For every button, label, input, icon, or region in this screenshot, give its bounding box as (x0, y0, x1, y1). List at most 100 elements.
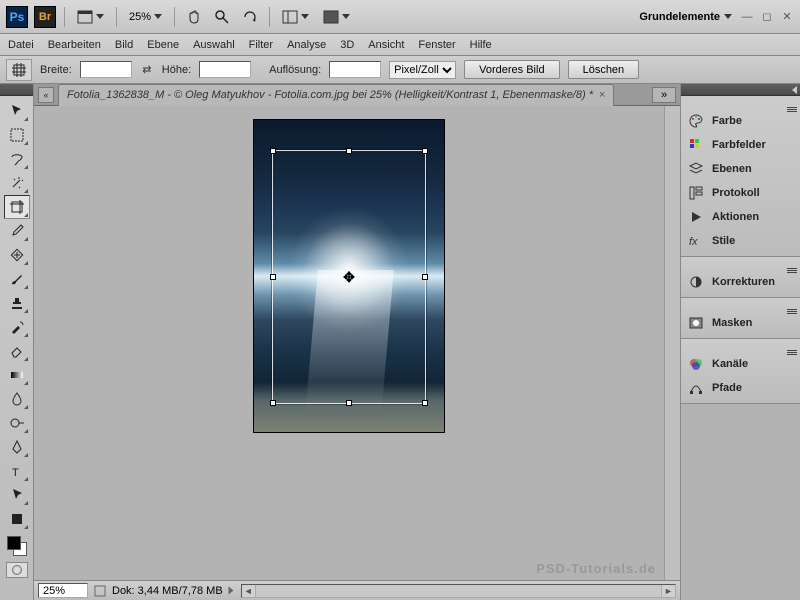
menu-hilfe[interactable]: Hilfe (470, 39, 492, 51)
toolbox-collapse[interactable] (0, 84, 33, 96)
zoom-dropdown[interactable]: 25% (125, 9, 166, 25)
title-bar: Ps Br 25% Grundelemente (0, 0, 800, 34)
maximize-button[interactable]: ◻ (760, 10, 774, 24)
stamp-tool[interactable] (4, 291, 30, 315)
lasso-tool[interactable] (4, 147, 30, 171)
history-icon (687, 184, 705, 202)
workspace-dropdown[interactable]: Grundelemente (639, 11, 732, 23)
menu-filter[interactable]: Filter (249, 39, 273, 51)
panel-pfade[interactable]: Pfade (684, 376, 797, 400)
resolution-label: Auflösung: (269, 64, 321, 76)
svg-text:fx: fx (689, 236, 698, 248)
menu-3d[interactable]: 3D (340, 39, 354, 51)
panel-masken[interactable]: Masken (684, 311, 797, 335)
menu-bearbeiten[interactable]: Bearbeiten (48, 39, 101, 51)
bridge-icon[interactable]: Br (34, 6, 56, 28)
hand-tool-icon[interactable] (183, 7, 205, 27)
unit-select[interactable]: Pixel/Zoll (389, 61, 456, 79)
brush-tool[interactable] (4, 267, 30, 291)
crop-handle[interactable] (346, 400, 352, 406)
shape-tool[interactable] (4, 507, 30, 531)
quick-mask-toggle[interactable] (6, 562, 28, 578)
doc-info-dropdown[interactable]: Dok: 3,44 MB/7,78 MB (112, 585, 235, 597)
menu-bild[interactable]: Bild (115, 39, 133, 51)
zoom-tool-icon[interactable] (211, 7, 233, 27)
zoom-field[interactable]: 25% (38, 583, 88, 598)
menu-auswahl[interactable]: Auswahl (193, 39, 235, 51)
panel-group: Kanäle Pfade (681, 339, 800, 404)
panel-menu-icon[interactable] (787, 107, 797, 112)
pen-tool[interactable] (4, 435, 30, 459)
current-tool-indicator[interactable] (6, 59, 32, 81)
separator (116, 7, 117, 27)
status-icon[interactable] (94, 585, 106, 597)
menu-ansicht[interactable]: Ansicht (368, 39, 404, 51)
tab-scroll-left[interactable]: « (38, 87, 54, 103)
minimize-button[interactable]: — (740, 10, 754, 24)
panel-ebenen[interactable]: Ebenen (684, 157, 797, 181)
crop-handle[interactable] (422, 274, 428, 280)
crop-tool[interactable] (4, 195, 30, 219)
color-swatch[interactable] (4, 533, 30, 559)
layers-icon (687, 160, 705, 178)
eyedropper-tool[interactable] (4, 219, 30, 243)
status-bar: 25% Dok: 3,44 MB/7,78 MB ◄► (34, 580, 680, 600)
crop-selection[interactable]: ✥ (272, 150, 426, 404)
panel-farbfelder[interactable]: Farbfelder (684, 133, 797, 157)
history-brush-tool[interactable] (4, 315, 30, 339)
close-button[interactable]: ✕ (780, 10, 794, 24)
view-extras-dropdown[interactable] (73, 8, 108, 26)
watermark: PSD-Tutorials.de (536, 561, 656, 576)
clear-button[interactable]: Löschen (568, 60, 640, 79)
panel-menu-icon[interactable] (787, 309, 797, 314)
crop-handle[interactable] (270, 274, 276, 280)
swap-dimensions-icon[interactable]: ⇄ (140, 63, 154, 77)
rotate-view-icon[interactable] (239, 7, 261, 27)
dodge-tool[interactable] (4, 411, 30, 435)
document-tab[interactable]: Fotolia_1362838_M - © Oleg Matyukhov - F… (58, 84, 614, 106)
panel-aktionen[interactable]: Aktionen (684, 205, 797, 229)
gradient-tool[interactable] (4, 363, 30, 387)
type-tool[interactable]: T (4, 459, 30, 483)
panel-dock: Farbe Farbfelder Ebenen Protokoll Aktion… (680, 84, 800, 600)
move-tool[interactable] (4, 99, 30, 123)
front-image-button[interactable]: Vorderes Bild (464, 60, 559, 79)
panel-menu-icon[interactable] (787, 350, 797, 355)
arrange-dropdown[interactable] (278, 8, 313, 26)
height-input[interactable] (199, 61, 251, 78)
crop-handle[interactable] (422, 148, 428, 154)
panel-korrekturen[interactable]: Korrekturen (684, 270, 797, 294)
crop-handle[interactable] (270, 148, 276, 154)
menu-fenster[interactable]: Fenster (418, 39, 455, 51)
horizontal-scrollbar[interactable]: ◄► (241, 584, 676, 598)
width-input[interactable] (80, 61, 132, 78)
panel-protokoll[interactable]: Protokoll (684, 181, 797, 205)
healing-tool[interactable] (4, 243, 30, 267)
screenmode-dropdown[interactable] (319, 8, 354, 26)
palette-icon (687, 112, 705, 130)
panel-menu-icon[interactable] (787, 268, 797, 273)
vertical-scrollbar[interactable] (664, 106, 680, 580)
tab-menu[interactable]: » (652, 87, 676, 103)
main-area: T « Fotolia_1362838_M - © Oleg Matyukhov… (0, 84, 800, 600)
panel-kanaele[interactable]: Kanäle (684, 352, 797, 376)
wand-tool[interactable] (4, 171, 30, 195)
canvas[interactable]: ✥ PSD-Tutorials.de (34, 106, 664, 580)
crop-center-icon[interactable]: ✥ (342, 270, 356, 284)
resolution-input[interactable] (329, 61, 381, 78)
crop-handle[interactable] (270, 400, 276, 406)
crop-handle[interactable] (422, 400, 428, 406)
marquee-tool[interactable] (4, 123, 30, 147)
panel-farbe[interactable]: Farbe (684, 109, 797, 133)
close-tab-icon[interactable]: × (599, 89, 605, 101)
panel-collapse[interactable] (681, 84, 800, 96)
panel-stile[interactable]: fxStile (684, 229, 797, 253)
document-image: ✥ (254, 120, 444, 432)
path-select-tool[interactable] (4, 483, 30, 507)
menu-datei[interactable]: Datei (8, 39, 34, 51)
blur-tool[interactable] (4, 387, 30, 411)
menu-analyse[interactable]: Analyse (287, 39, 326, 51)
eraser-tool[interactable] (4, 339, 30, 363)
crop-handle[interactable] (346, 148, 352, 154)
menu-ebene[interactable]: Ebene (147, 39, 179, 51)
